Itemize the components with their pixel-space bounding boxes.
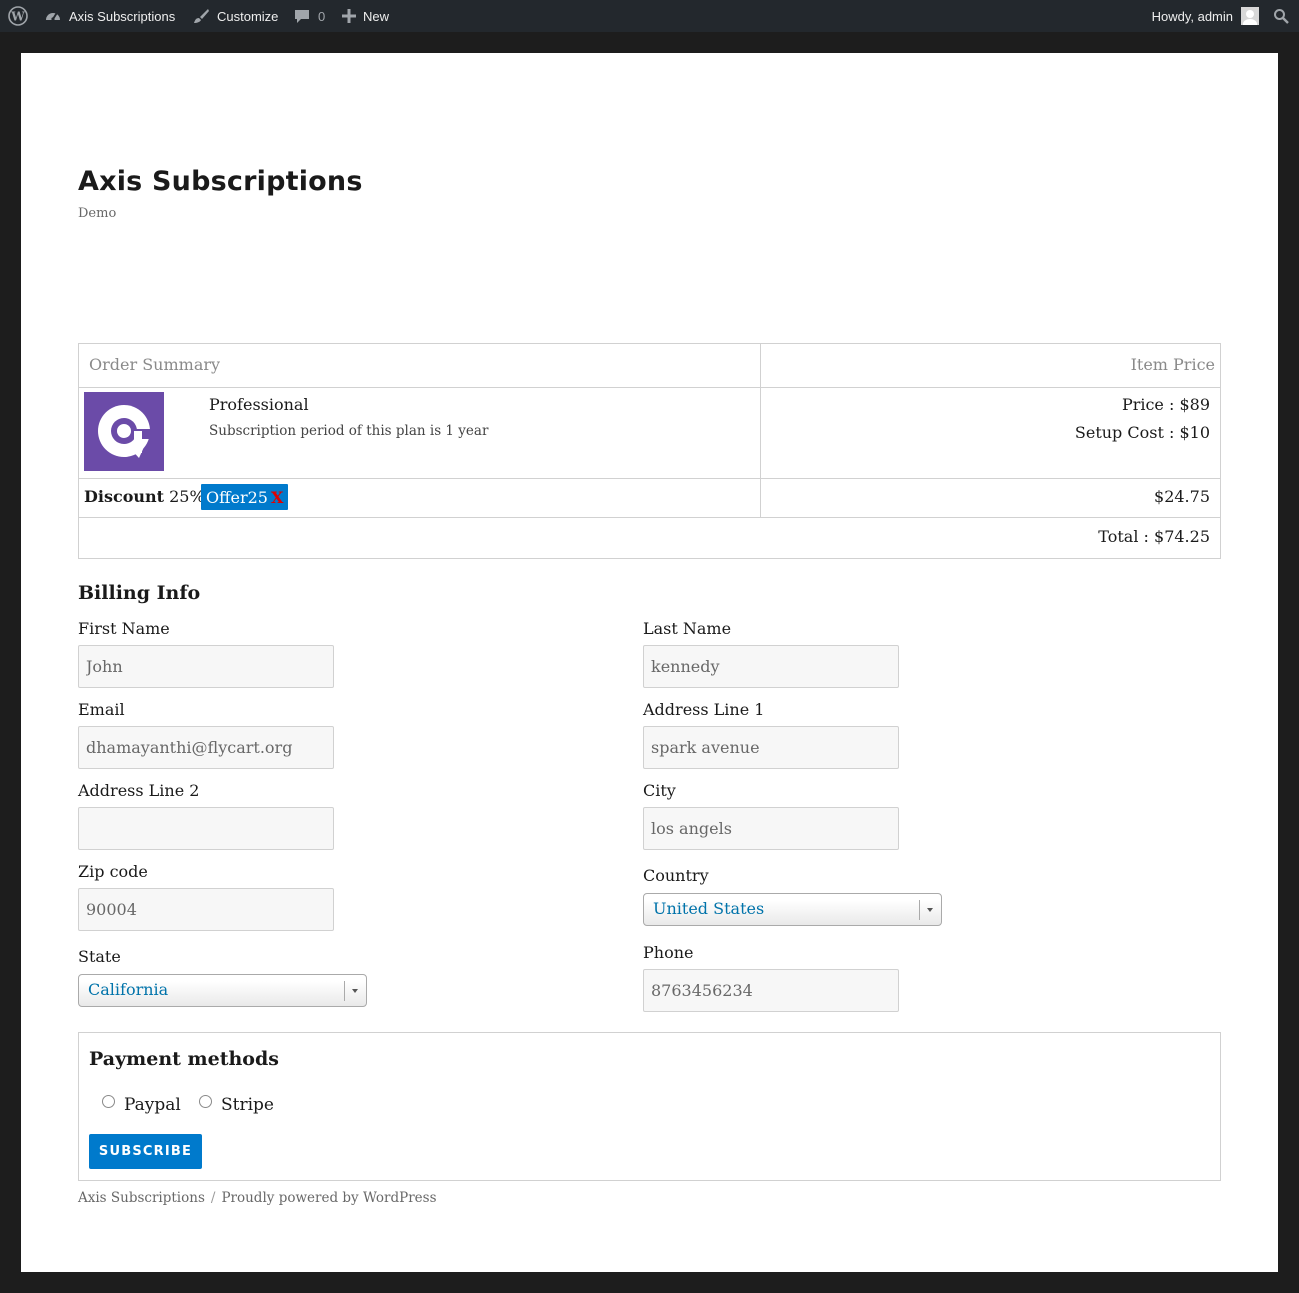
payment-methods-heading: Payment methods [89,1048,279,1070]
stripe-label[interactable]: Stripe [221,1095,274,1115]
discount-label: Discount 25% [84,487,205,506]
footer-separator: / [210,1190,216,1206]
phone-label: Phone [643,943,694,962]
item-price-heading: Item Price [1130,355,1215,374]
state-selected-value: California [88,980,169,999]
first-name-label: First Name [78,619,170,638]
admin-bar-customize-label: Customize [217,8,279,24]
plan-logo-icon [84,392,164,471]
plan-description: Subscription period of this plan is 1 ye… [209,423,489,439]
chevron-down-icon [344,981,366,1001]
remove-coupon-button[interactable]: X [271,488,283,507]
search-icon[interactable] [1271,0,1291,32]
last-name-label: Last Name [643,619,732,638]
country-label: Country [643,866,709,885]
plus-icon [342,9,356,23]
admin-bar-new-label: New [363,8,390,24]
address-line-2-label: Address Line 2 [78,781,200,800]
admin-bar-account[interactable]: Howdy, admin [1152,0,1259,32]
coupon-badge: Offer25 X [201,484,289,510]
zip-code-field[interactable] [78,888,334,931]
admin-bar-site-link[interactable]: Axis Subscriptions [44,0,175,32]
admin-bar-site-name: Axis Subscriptions [69,8,176,24]
discount-amount: $24.75 [1154,487,1210,506]
admin-bar-customize[interactable]: Customize [192,0,278,32]
state-select[interactable]: California [78,974,367,1007]
email-label: Email [78,700,125,719]
plan-price: Price : $89 [1121,395,1210,414]
paintbrush-icon [192,7,210,25]
country-select[interactable]: United States [643,893,942,926]
howdy-text: Howdy, admin [1151,8,1233,24]
address-line-2-field[interactable] [78,807,334,850]
billing-info-heading: Billing Info [78,582,201,604]
first-name-field[interactable] [78,645,334,688]
admin-bar-comments[interactable]: 0 [294,0,325,32]
site-description: Demo [78,206,117,221]
paypal-label[interactable]: Paypal [124,1095,181,1115]
email-field[interactable] [78,726,334,769]
plan-name: Professional [209,395,309,414]
admin-bar: W Axis Subscriptions Customize 0 New How… [0,0,1299,32]
city-field[interactable] [643,807,899,850]
address-line-1-label: Address Line 1 [643,700,765,719]
order-table-header: Order Summary Item Price [79,344,1220,388]
admin-bar-new[interactable]: New [342,0,389,32]
avatar [1241,7,1259,25]
order-summary-table: Order Summary Item Price Professional Su… [78,343,1221,559]
paypal-radio[interactable] [102,1095,115,1108]
site-title[interactable]: Axis Subscriptions [78,166,363,197]
subscribe-button[interactable]: SUBSCRIBE [89,1134,202,1169]
payment-methods-panel: Payment methods Paypal Stripe SUBSCRIBE [78,1032,1221,1181]
city-label: City [643,781,676,800]
setup-cost: Setup Cost : $10 [1074,423,1210,442]
site-footer: Axis Subscriptions / Proudly powered by Wo… [78,1190,437,1206]
chevron-down-icon [919,900,941,920]
dashboard-icon [44,7,62,25]
order-item-row: Professional Subscription period of this… [79,387,1220,479]
country-selected-value: United States [653,899,765,918]
order-total: Total : $74.25 [1098,527,1210,546]
state-label: State [78,947,121,966]
coupon-code: Offer25 [206,487,268,507]
footer-site-link[interactable]: Axis Subscriptions [78,1190,205,1206]
footer-powered-link[interactable]: Proudly powered by WordPress [221,1190,436,1206]
wordpress-logo-icon[interactable]: W [6,0,30,32]
total-row: Total : $74.25 [79,517,1220,558]
comment-bubble-icon [294,8,310,24]
address-line-1-field[interactable] [643,726,899,769]
phone-field[interactable] [643,969,899,1012]
comments-count: 0 [318,8,326,24]
last-name-field[interactable] [643,645,899,688]
page-content: Axis Subscriptions Demo Order Summary It… [21,53,1278,1272]
stripe-radio[interactable] [199,1095,212,1108]
order-summary-heading: Order Summary [89,355,221,374]
zip-code-label: Zip code [78,862,148,881]
svg-text:W: W [10,10,25,24]
discount-row: Discount 25% Offer25 X $24.75 [79,478,1220,518]
